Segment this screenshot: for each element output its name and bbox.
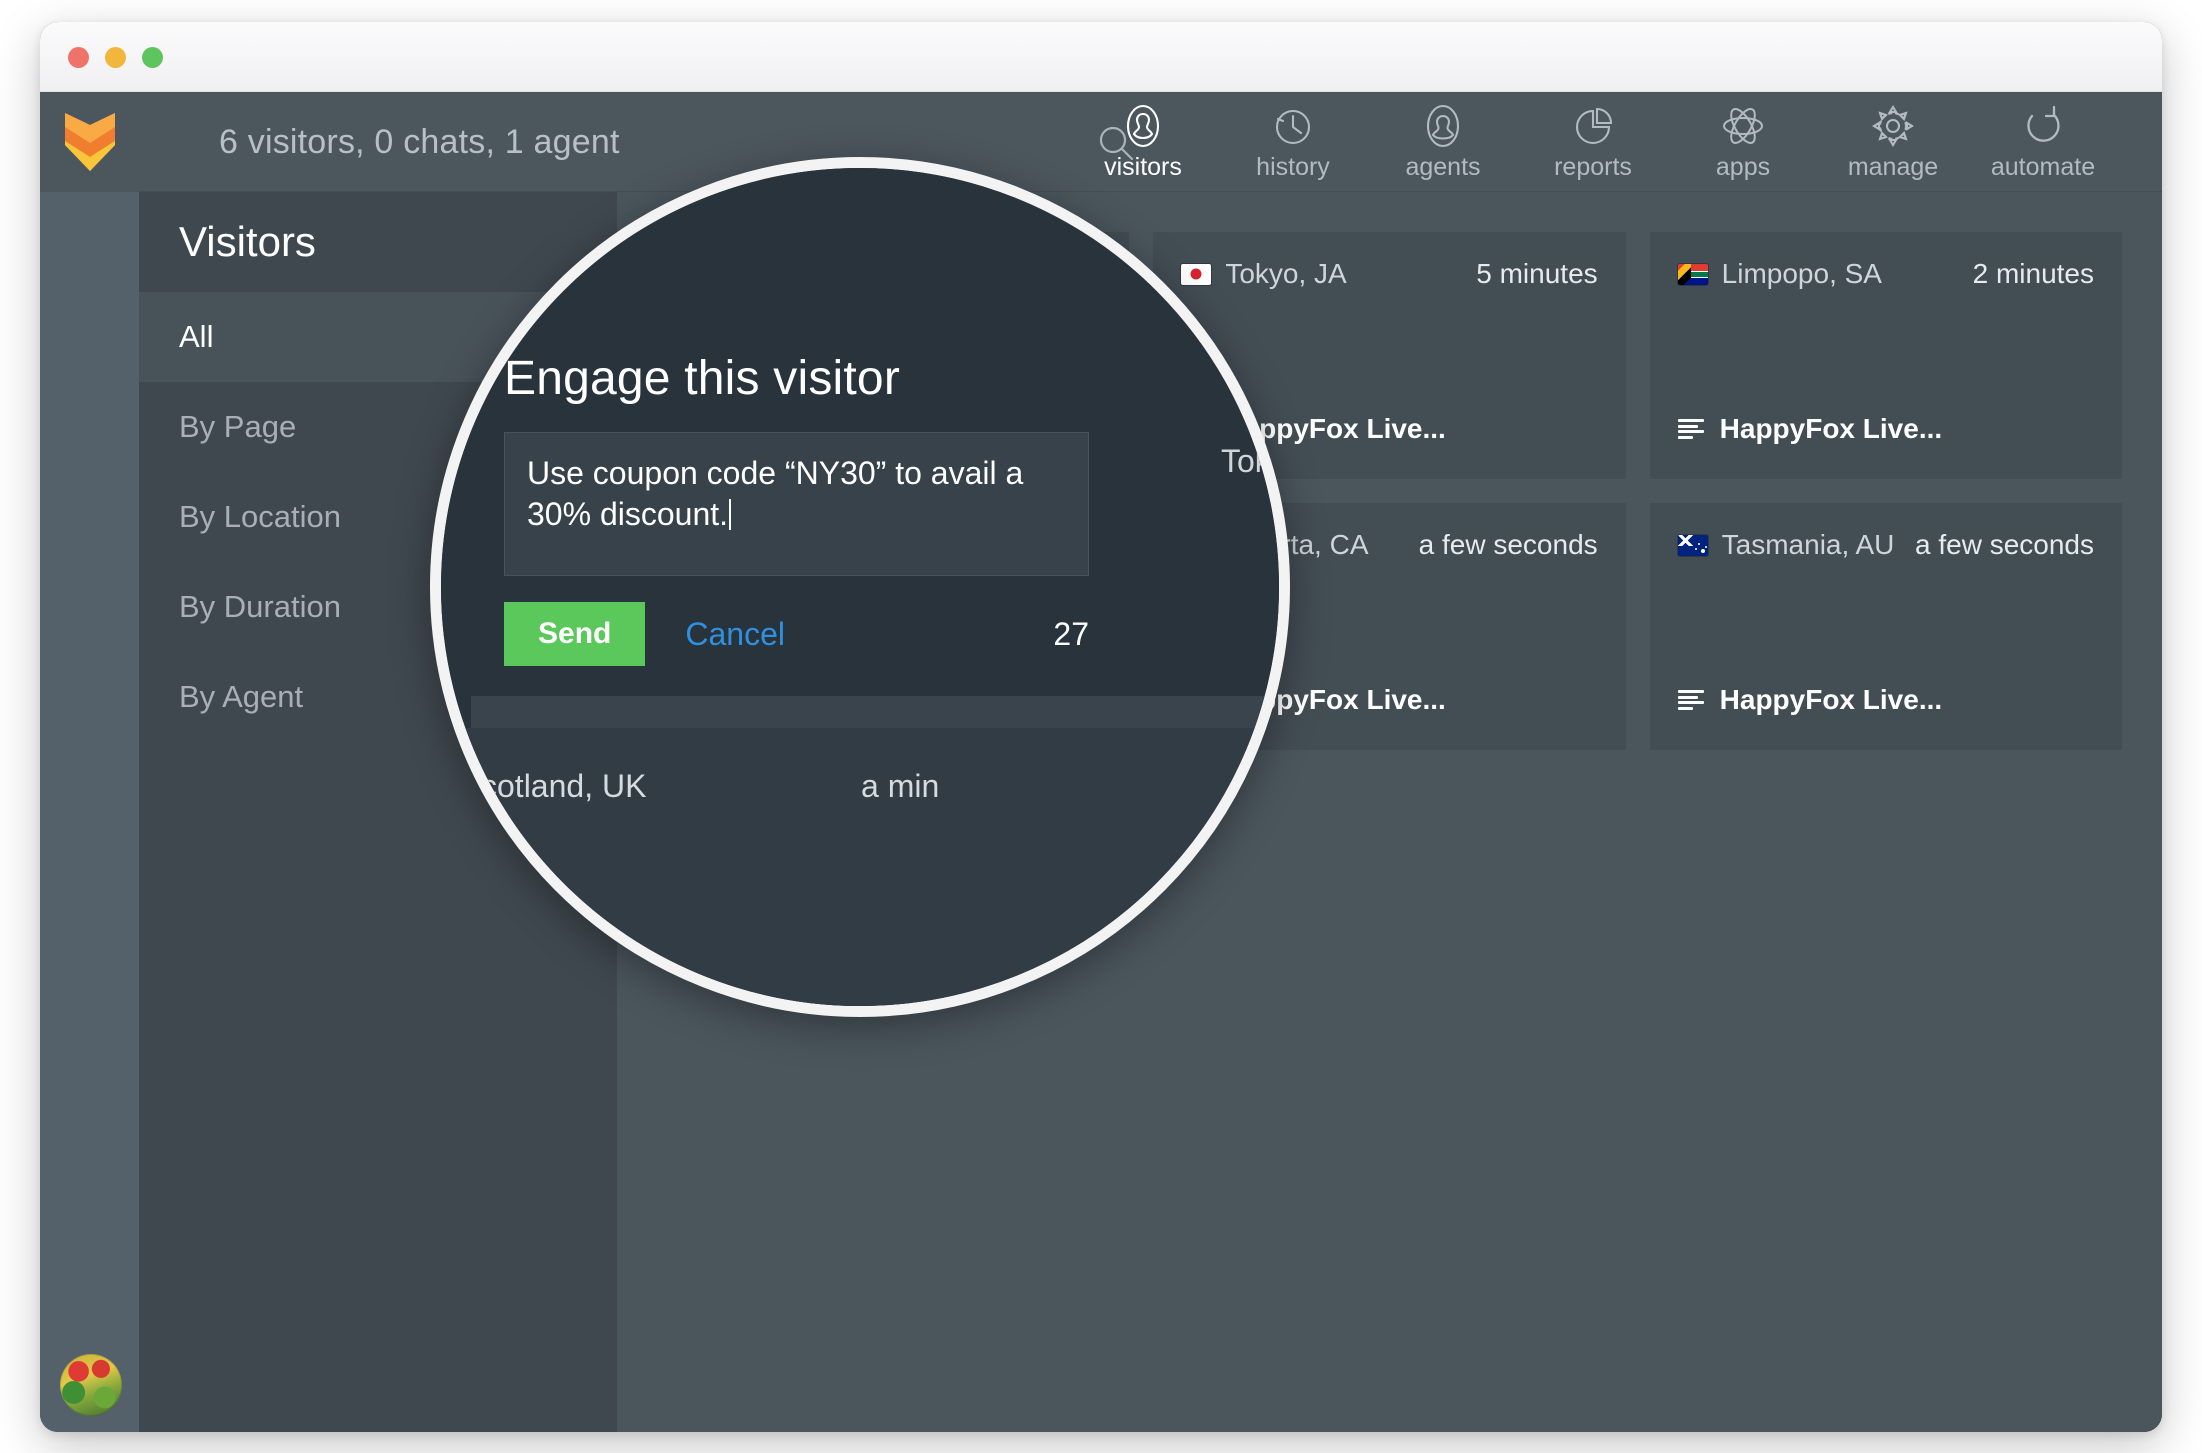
page-label: HappyFox Live...: [1719, 684, 1943, 715]
traffic-lights: [68, 47, 163, 68]
location-label: Limpopo, SA: [1721, 258, 1882, 289]
avatar[interactable]: [60, 1354, 122, 1416]
card-header: Limpopo, SA 2 minutes: [1677, 258, 2094, 290]
browser-window: 6 visitors, 0 chats, 1 agent visitors hi…: [40, 22, 2162, 1432]
duration-label: 5 minutes: [1476, 258, 1598, 289]
engage-message-input[interactable]: Use coupon code “NY30” to avail a 30% di…: [504, 432, 1089, 576]
sidebar-item-label: By Page: [179, 409, 297, 444]
title-bar: [40, 22, 2162, 92]
page-lines-icon: [1677, 690, 1704, 710]
card-location: Limpopo, SA: [1677, 258, 1882, 290]
duration-label: a few seconds: [1915, 529, 2094, 560]
card-page: HappyFox Live...: [1677, 684, 1943, 716]
magnifier-content: Tokyo, JA cotland, UK a min Engage this …: [441, 168, 1279, 1006]
nav-item-automate[interactable]: automate: [1968, 92, 2118, 192]
nav-item-agents[interactable]: agents: [1368, 92, 1518, 192]
card-page: HappyFox Live...: [1677, 413, 1943, 445]
maximize-window-button[interactable]: [142, 47, 163, 68]
happyfox-logo[interactable]: [40, 92, 139, 192]
page-label: HappyFox Live...: [1719, 413, 1943, 444]
nav-label: reports: [1554, 152, 1632, 181]
magnified-scotland-duration: a min: [861, 768, 940, 804]
card-header: Tasmania, AU a few seconds: [1677, 529, 2094, 561]
clock-icon: [1271, 103, 1315, 149]
magnifier-lens: Tokyo, JA cotland, UK a min Engage this …: [430, 157, 1290, 1017]
location-label: Tasmania, AU: [1721, 529, 1895, 560]
flag-australia-icon: [1677, 534, 1708, 556]
close-window-button[interactable]: [68, 47, 89, 68]
send-button[interactable]: Send: [504, 602, 646, 666]
flag-south-africa-icon: [1677, 263, 1708, 285]
nav-label: manage: [1847, 152, 1939, 181]
visitor-card[interactable]: Tasmania, AU a few seconds HappyFox Live…: [1649, 503, 2122, 750]
nav-item-reports[interactable]: reports: [1518, 92, 1668, 192]
minimize-window-button[interactable]: [105, 47, 126, 68]
duration-label: a few seconds: [1418, 529, 1598, 560]
nav-item-manage[interactable]: manage: [1818, 92, 1968, 192]
gear-icon: [1870, 103, 1916, 149]
app-body: 6 visitors, 0 chats, 1 agent visitors hi…: [40, 92, 2162, 1432]
engage-visitor-dialog: Engage this visitor Use coupon code “NY3…: [504, 351, 1089, 666]
magnified-card-gap: [471, 696, 1271, 730]
left-rail: [40, 92, 139, 1432]
character-count: 27: [1053, 615, 1089, 652]
sidebar-item-label: By Duration: [179, 589, 341, 624]
cancel-button[interactable]: Cancel: [685, 616, 785, 653]
visitor-card[interactable]: Limpopo, SA 2 minutes HappyFox Live...: [1649, 232, 2122, 479]
page-lines-icon: [1677, 419, 1704, 439]
duration-label: 2 minutes: [1972, 258, 2094, 289]
person-icon: [1421, 103, 1465, 149]
text-cursor: [729, 498, 732, 530]
atom-icon: [1720, 103, 1766, 149]
nav-item-apps[interactable]: apps: [1668, 92, 1818, 192]
dialog-actions: Send Cancel 27: [504, 602, 1089, 666]
person-icon: [1121, 103, 1165, 149]
sidebar-item-label: By Agent: [179, 679, 304, 714]
sidebar-item-label: By Location: [179, 499, 341, 534]
pie-chart-icon: [1571, 103, 1615, 149]
sidebar-item-label: All: [179, 319, 214, 354]
nav-label: agents: [1405, 152, 1481, 181]
card-location: Tasmania, AU: [1677, 529, 1895, 561]
engage-message-value: Use coupon code “NY30” to avail a 30% di…: [527, 455, 1024, 532]
nav-label: automate: [1990, 152, 2096, 181]
dialog-title: Engage this visitor: [504, 352, 901, 405]
nav-label: apps: [1715, 152, 1771, 181]
magnified-scotland-location: cotland, UK: [481, 768, 647, 804]
refresh-icon: [2021, 103, 2065, 149]
fox-logo-icon: [64, 113, 115, 171]
